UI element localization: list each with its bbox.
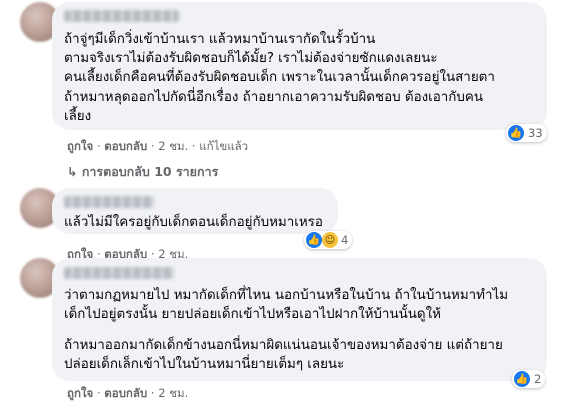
reply-action[interactable]: ตอบกลับ [104, 139, 147, 153]
like-action[interactable]: ถูกใจ [67, 386, 93, 400]
commenter-name[interactable] [64, 196, 154, 208]
comment-text-line: ถ้าหมาออกมากัดเด็กข้างนอกนี่หมาผิดแน่นอน… [64, 338, 503, 353]
reaction-count: 4 [341, 233, 349, 247]
comment-bubble: แล้วไม่มีใครอยู่กับเด็กตอนเด็กอยู่กับหมา… [52, 188, 338, 234]
like-icon: 👍 [306, 232, 322, 248]
edited-label: แก้ไขแล้ว [199, 139, 249, 153]
reaction-summary[interactable]: 👍 ☺ 4 [304, 231, 353, 249]
comment-text-line: เลี้ยง [64, 109, 92, 124]
comment-actions: ถูกใจ · ตอบกลับ · 2 ชม. [67, 386, 189, 400]
comment-text-line: แล้วไม่มีใครอยู่กับเด็กตอนเด็กอยู่กับหมา… [64, 215, 323, 230]
reaction-count: 33 [528, 126, 543, 140]
comment-text-line: ถ้าหมาหลุดออกไปกัดนี่อีกเรื่อง ถ้าอยากเอ… [64, 90, 484, 105]
comment-text-line: เด็กไปอยู่ตรงนั้น ยายปล่อยเด็กเข้าไปหรือ… [64, 307, 441, 322]
timestamp[interactable]: 2 ชม. [158, 386, 188, 400]
comment-text-line: ปล่อยเด็กเล็กเข้าไปในบ้านหมานี่ยายเต็มๆ … [64, 357, 345, 372]
comment-text-line: ตามจริงเราไม่ต้องรับผิดชอบก็ได้มั้ย? เรา… [64, 51, 438, 66]
comment-bubble: ถ้าจู่ๆมีเด็กวิ่งเข้าบ้านเรา แล้วหมาบ้าน… [52, 2, 547, 130]
like-action[interactable]: ถูกใจ [67, 139, 93, 153]
comment-text-line: ถ้าจู่ๆมีเด็กวิ่งเข้าบ้านเรา แล้วหมาบ้าน… [64, 32, 376, 47]
reaction-summary[interactable]: 👍 2 [512, 370, 546, 388]
timestamp[interactable]: 2 ชม. [158, 139, 188, 153]
commenter-name[interactable] [64, 267, 174, 279]
commenter-name[interactable] [64, 10, 179, 22]
comment-actions: ถูกใจ · ตอบกลับ · 2 ชม. · แก้ไขแล้ว [67, 139, 249, 153]
comment-text-line: ว่าตามกฏหมายไป หมากัดเด็กที่ไหน นอกบ้านห… [64, 288, 509, 303]
like-icon: 👍 [508, 125, 524, 141]
comment-bubble: ว่าตามกฏหมายไป หมากัดเด็กที่ไหน นอกบ้านห… [52, 258, 547, 381]
reaction-summary[interactable]: 👍 33 [506, 124, 547, 142]
reply-action[interactable]: ตอบกลับ [104, 386, 147, 400]
haha-icon: ☺ [322, 232, 338, 248]
reaction-count: 2 [534, 372, 542, 386]
view-replies-link[interactable]: ↳ การตอบกลับ 10 รายการ [67, 162, 218, 182]
comment-text-line: คนเลี้ยงเด็กคือคนที่ต้องรับผิดชอบเด็ก เพ… [64, 70, 495, 85]
like-icon: 👍 [514, 371, 530, 387]
